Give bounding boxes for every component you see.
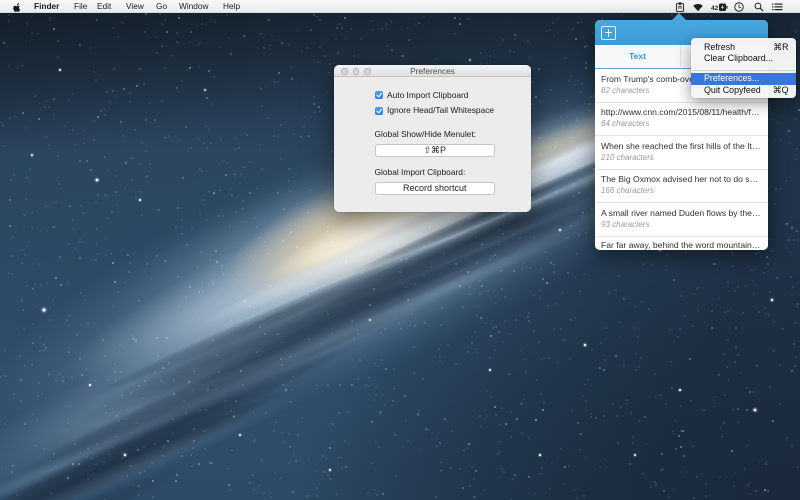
svg-text:42: 42: [711, 4, 719, 11]
